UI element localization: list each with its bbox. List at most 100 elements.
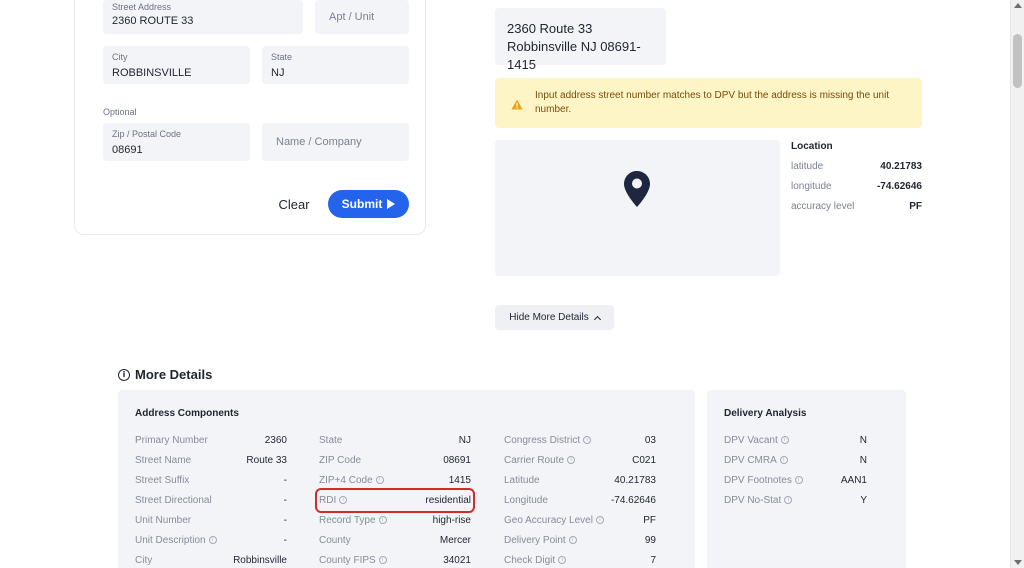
hide-more-details-label: Hide More Details xyxy=(509,312,589,323)
detail-row: ZIP+4 Code i 1415 xyxy=(319,473,471,487)
info-icon[interactable]: i xyxy=(779,456,788,464)
scroll-up-icon[interactable] xyxy=(1014,3,1022,8)
detail-value: 7 xyxy=(650,554,656,566)
info-icon[interactable]: i xyxy=(378,516,387,524)
detail-row: State NJ xyxy=(319,433,471,447)
detail-row: Check Digit i 7 xyxy=(504,553,656,567)
detail-value: - xyxy=(283,534,287,546)
city-value: ROBBINSVILLE xyxy=(112,67,192,79)
detail-value: high-rise xyxy=(432,514,471,526)
detail-row: Street Name Route 33 xyxy=(135,453,287,467)
detail-row: Congress District i 03 xyxy=(504,433,656,447)
detail-value: C021 xyxy=(632,454,656,466)
detail-key-label: DPV Vacant xyxy=(724,434,778,446)
detail-row: DPV No-Stat i Y xyxy=(724,493,867,507)
detail-key: Primary Number xyxy=(135,435,208,446)
location-map[interactable] xyxy=(495,140,780,276)
detail-key-label: Unit Number xyxy=(135,514,192,526)
detail-key-label: DPV CMRA xyxy=(724,454,777,466)
street-address-field[interactable]: Street Address 2360 ROUTE 33 xyxy=(103,0,303,34)
optional-label: Optional xyxy=(103,107,137,117)
detail-key: County xyxy=(319,535,351,546)
vertical-scrollbar[interactable] xyxy=(1010,0,1024,568)
detail-key: Congress District i xyxy=(504,435,592,446)
detail-key: ZIP+4 Code i xyxy=(319,475,384,486)
info-icon[interactable]: i xyxy=(794,476,803,484)
info-icon[interactable]: i xyxy=(567,456,576,464)
apt-unit-placeholder: Apt / Unit xyxy=(329,11,375,23)
city-field[interactable]: City ROBBINSVILLE xyxy=(103,46,250,84)
page: Street Address 2360 ROUTE 33 Apt / Unit … xyxy=(0,0,1024,568)
location-value: PF xyxy=(909,201,922,212)
detail-row: Delivery Point i 99 xyxy=(504,533,656,547)
info-icon[interactable]: i xyxy=(375,476,384,484)
more-details-title: More Details xyxy=(135,367,213,382)
info-icon[interactable]: i xyxy=(780,436,789,444)
detail-key-label: Delivery Point xyxy=(504,534,566,546)
detail-value: NJ xyxy=(458,434,471,446)
zip-field[interactable]: Zip / Postal Code 08691 xyxy=(103,123,250,161)
detail-key: Street Suffix xyxy=(135,475,189,486)
clear-button[interactable]: Clear xyxy=(274,190,314,218)
detail-key: DPV CMRA i xyxy=(724,455,788,466)
detail-key-label: Street Directional xyxy=(135,494,212,506)
detail-key-label: Geo Accuracy Level xyxy=(504,514,593,526)
info-icon[interactable]: i xyxy=(595,516,604,524)
detail-key-label: County FIPS xyxy=(319,554,376,566)
detail-row: Unit Description i - xyxy=(135,533,287,547)
location-key: latitude xyxy=(791,161,824,172)
detail-key: DPV Vacant i xyxy=(724,435,789,446)
submit-button[interactable]: Submit xyxy=(328,190,409,218)
warning-banner: Input address street number matches to D… xyxy=(495,78,922,128)
detail-key: Street Directional xyxy=(135,495,212,506)
detail-key: City xyxy=(135,555,152,566)
detail-row: Street Suffix - xyxy=(135,473,287,487)
rdi-highlight-box xyxy=(315,488,475,513)
detail-row: County Mercer xyxy=(319,533,471,547)
detail-row: Geo Accuracy Level i PF xyxy=(504,513,656,527)
state-field[interactable]: State NJ xyxy=(262,46,409,84)
info-icon[interactable]: i xyxy=(784,496,793,504)
info-icon[interactable]: i xyxy=(208,536,217,544)
zip-label: Zip / Postal Code xyxy=(112,129,182,139)
detail-value: 03 xyxy=(644,434,656,446)
detail-row: Unit Number - xyxy=(135,513,287,527)
detail-row: Street Directional - xyxy=(135,493,287,507)
detail-row: Carrier Route i C021 xyxy=(504,453,656,467)
detail-key: Street Name xyxy=(135,455,191,466)
address-line-2: Robbinsville NJ 08691-1415 xyxy=(507,39,641,72)
detail-row: Record Type i high-rise xyxy=(319,513,471,527)
info-icon[interactable]: i xyxy=(568,536,577,544)
detail-row: City Robbinsville xyxy=(135,553,287,567)
detail-key: DPV No-Stat i xyxy=(724,494,793,506)
delivery-analysis-title: Delivery Analysis xyxy=(724,408,807,419)
apt-unit-field[interactable]: Apt / Unit xyxy=(315,0,409,34)
info-icon[interactable]: i xyxy=(378,556,387,564)
location-title: Location xyxy=(791,141,833,152)
zip-value: 08691 xyxy=(112,144,143,156)
more-details-heading: i More Details xyxy=(118,367,212,382)
scrollbar-thumb[interactable] xyxy=(1013,34,1022,88)
detail-key-label: DPV No-Stat xyxy=(724,494,782,506)
name-company-field[interactable]: Name / Company xyxy=(262,123,409,161)
state-value: NJ xyxy=(271,67,285,79)
detail-key: Delivery Point i xyxy=(504,535,577,546)
standardized-address: 2360 Route 33 Robbinsville NJ 08691-1415 xyxy=(495,8,666,72)
info-icon[interactable]: i xyxy=(583,436,592,444)
detail-value: 1415 xyxy=(448,474,471,486)
info-icon[interactable]: i xyxy=(558,556,567,564)
detail-value: 40.21783 xyxy=(614,474,656,486)
detail-value: PF xyxy=(643,514,656,526)
detail-row: Latitude 40.21783 xyxy=(504,473,656,487)
detail-row: County FIPS i 34021 xyxy=(319,553,471,567)
map-pin-icon xyxy=(624,171,650,212)
detail-value: N xyxy=(859,454,867,466)
detail-key: ZIP Code xyxy=(319,455,361,466)
scroll-down-icon[interactable] xyxy=(1014,560,1022,565)
street-address-value: 2360 ROUTE 33 xyxy=(112,15,194,27)
location-row-accuracy: accuracy level PF xyxy=(791,201,922,212)
detail-key: State xyxy=(319,435,342,446)
address-components-title: Address Components xyxy=(135,408,239,419)
detail-value: 08691 xyxy=(443,454,471,466)
hide-more-details-button[interactable]: Hide More Details xyxy=(495,305,614,330)
